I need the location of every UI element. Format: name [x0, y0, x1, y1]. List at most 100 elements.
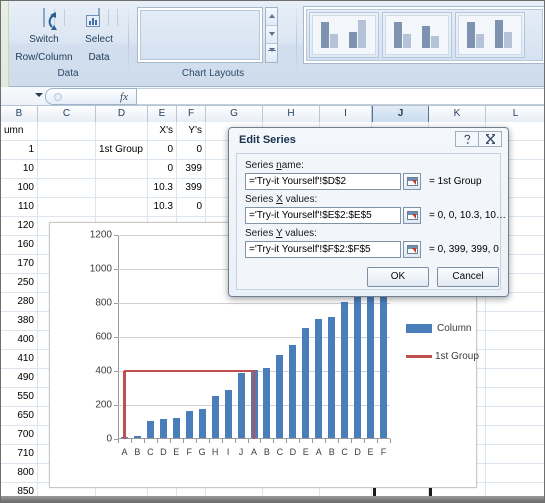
column-header-c[interactable]: C [38, 106, 96, 122]
chart-line-segment[interactable] [252, 371, 256, 439]
chart-bar[interactable] [172, 417, 180, 438]
series-name-range-picker[interactable] [403, 173, 421, 190]
ok-button[interactable]: OK [367, 267, 429, 287]
grid-cell-e1[interactable]: X's [148, 122, 177, 140]
grid-cell-l18[interactable] [486, 445, 544, 463]
series-y-values-range-picker[interactable] [403, 241, 421, 258]
grid-cell-e4[interactable]: 10.3 [148, 179, 177, 197]
chart-layouts-gallery[interactable] [137, 7, 263, 63]
scroll-up-button[interactable] [266, 8, 277, 26]
grid-cell-b19[interactable]: 800 [1, 464, 38, 482]
grid-cell-d3[interactable] [96, 160, 148, 178]
grid-cell-l12[interactable] [486, 331, 544, 349]
chart-bar[interactable] [302, 327, 310, 438]
grid-cell-e2[interactable]: 0 [148, 141, 177, 159]
grid-cell-b10[interactable]: 280 [1, 293, 38, 311]
grid-cell-b6[interactable]: 120 [1, 217, 38, 235]
chart-legend[interactable]: Column 1st Group [406, 319, 479, 375]
column-header-d[interactable]: D [96, 106, 148, 122]
grid-cell-f4[interactable]: 399 [177, 179, 206, 197]
column-header-k[interactable]: K [429, 106, 486, 122]
chart-bar[interactable] [380, 286, 388, 438]
grid-cell-l11[interactable] [486, 312, 544, 330]
chart-bar[interactable] [211, 395, 219, 438]
column-header-i[interactable]: I [320, 106, 372, 122]
grid-cell-c4[interactable] [38, 179, 96, 197]
more-layouts-button[interactable] [266, 43, 277, 69]
chart-bar[interactable] [354, 293, 362, 438]
grid-cell-b4[interactable]: 100 [1, 179, 38, 197]
chart-line-segment[interactable] [124, 369, 254, 373]
grid-cell-b9[interactable]: 250 [1, 274, 38, 292]
select-data-button[interactable]: Select Data [77, 8, 121, 65]
grid-cell-b18[interactable]: 710 [1, 445, 38, 463]
chart-bar[interactable] [237, 373, 245, 438]
column-header-l[interactable]: L [486, 106, 544, 122]
insert-function-button[interactable]: fx [45, 88, 137, 105]
cancel-button[interactable]: Cancel [437, 267, 499, 287]
chart-bar[interactable] [276, 354, 284, 438]
chart-bar[interactable] [146, 421, 154, 438]
grid-cell-c1[interactable] [38, 122, 96, 140]
chart-line-segment[interactable] [123, 371, 126, 439]
grid-cell-f1[interactable]: Y's [177, 122, 206, 140]
column-header-e[interactable]: E [148, 106, 177, 122]
grid-cell-b15[interactable]: 550 [1, 388, 38, 406]
grid-cell-b2[interactable]: 1 [1, 141, 38, 159]
chart-bar[interactable] [315, 319, 323, 438]
grid-cell-l17[interactable] [486, 426, 544, 444]
grid-cell-e5[interactable]: 10.3 [148, 198, 177, 216]
chart-bar[interactable] [328, 317, 336, 438]
grid-cell-b13[interactable]: 410 [1, 350, 38, 368]
grid-cell-l14[interactable] [486, 369, 544, 387]
chart-styles-gallery[interactable] [303, 6, 544, 64]
grid-cell-e3[interactable]: 0 [148, 160, 177, 178]
grid-cell-d2[interactable]: 1st Group [96, 141, 148, 159]
chart-style-thumb-1[interactable] [309, 12, 379, 58]
chart-bar[interactable] [133, 436, 141, 438]
chart-bar[interactable] [159, 419, 167, 438]
formula-input[interactable] [137, 88, 544, 105]
grid-cell-l13[interactable] [486, 350, 544, 368]
grid-cell-b16[interactable]: 650 [1, 407, 38, 425]
grid-cell-f5[interactable]: 0 [177, 198, 206, 216]
grid-cell-l15[interactable] [486, 388, 544, 406]
close-button[interactable] [478, 131, 502, 147]
grid-cell-d4[interactable] [96, 179, 148, 197]
grid-cell-f2[interactable]: 0 [177, 141, 206, 159]
grid-cell-l19[interactable] [486, 464, 544, 482]
grid-cell-b1[interactable]: umn [1, 122, 38, 140]
grid-cell-d5[interactable] [96, 198, 148, 216]
chart-bar[interactable] [367, 286, 375, 438]
series-x-values-input[interactable]: ='Try-it Yourself'!$E$2:$E$5 [245, 207, 401, 224]
help-button[interactable] [455, 131, 479, 147]
switch-row-column-button[interactable]: Switch Row/Column [15, 8, 73, 65]
scroll-down-button[interactable] [266, 25, 277, 44]
series-name-input[interactable]: ='Try-it Yourself'!$D$2 [245, 173, 401, 190]
column-header-f[interactable]: F [177, 106, 206, 122]
grid-cell-c5[interactable] [38, 198, 96, 216]
grid-cell-c3[interactable] [38, 160, 96, 178]
series-x-values-range-picker[interactable] [403, 207, 421, 224]
column-header-h[interactable]: H [263, 106, 320, 122]
grid-cell-l16[interactable] [486, 407, 544, 425]
chart-bar[interactable] [224, 390, 232, 438]
chart-bar[interactable] [289, 344, 297, 438]
grid-cell-b7[interactable]: 160 [1, 236, 38, 254]
grid-cell-f3[interactable]: 399 [177, 160, 206, 178]
grid-cell-b12[interactable]: 400 [1, 331, 38, 349]
name-box-dropdown-icon[interactable] [35, 93, 43, 97]
grid-cell-d1[interactable] [96, 122, 148, 140]
grid-cell-b14[interactable]: 490 [1, 369, 38, 387]
column-header-g[interactable]: G [206, 106, 263, 122]
grid-cell-c2[interactable] [38, 141, 96, 159]
chart-bar[interactable] [198, 409, 206, 438]
edit-series-dialog[interactable]: Edit Series Series name: ='Try-it Yourse… [228, 127, 509, 297]
chart-style-thumb-3[interactable] [455, 12, 525, 58]
column-header-b[interactable]: B [1, 106, 38, 122]
grid-cell-b5[interactable]: 110 [1, 198, 38, 216]
chart-layouts-scrollbar[interactable] [265, 7, 278, 69]
series-y-values-input[interactable]: ='Try-it Yourself'!$F$2:$F$5 [245, 241, 401, 258]
chart-bar[interactable] [185, 410, 193, 438]
grid-cell-b8[interactable]: 170 [1, 255, 38, 273]
